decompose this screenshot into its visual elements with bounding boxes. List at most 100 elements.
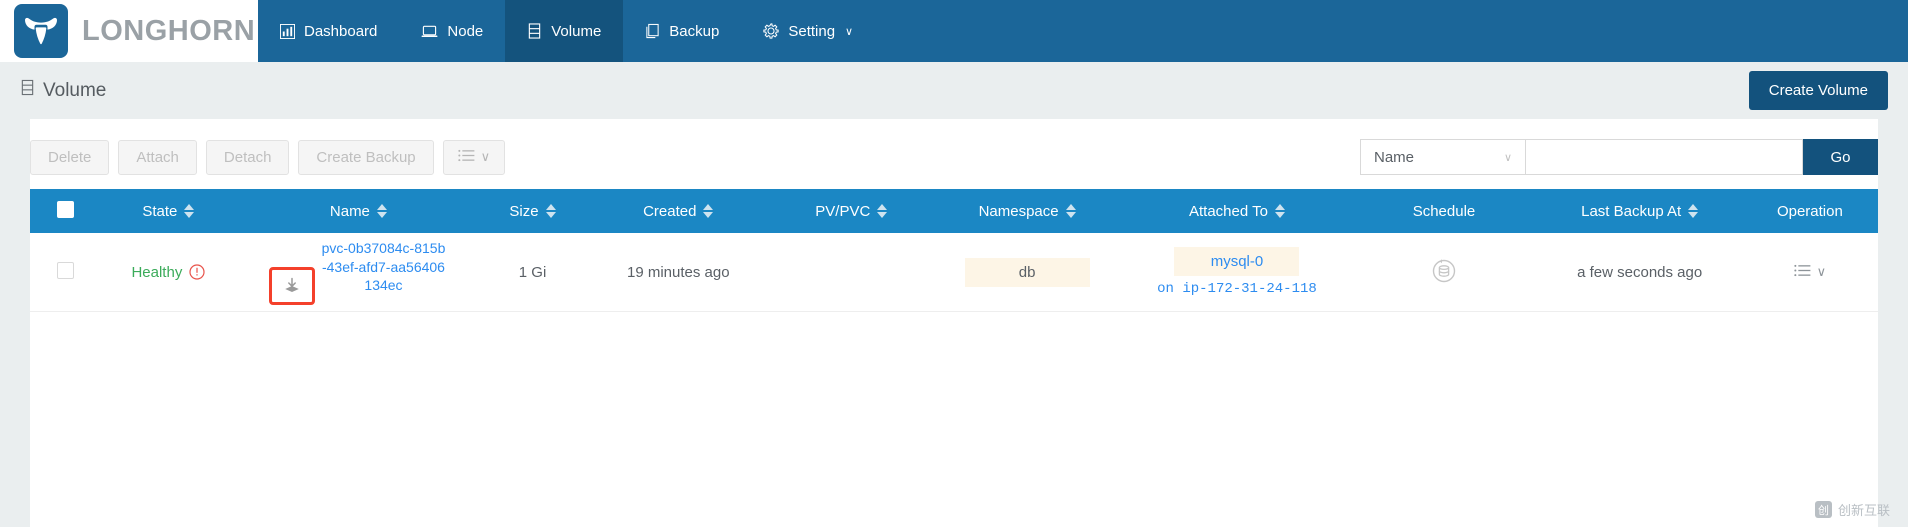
namespace-tag: db [965,258,1090,287]
column-header-state[interactable]: State [100,189,236,233]
column-header-schedule: Schedule [1350,189,1537,233]
right-gutter [1878,119,1908,527]
copy-icon [645,23,660,39]
search-field-select[interactable]: Name ∨ [1360,139,1525,175]
chevron-down-icon: ∨ [1817,264,1827,280]
row-select-cell [30,233,100,312]
table-header-row: State Name Size [30,189,1878,233]
cell-schedule [1350,233,1537,312]
column-header-pvpvc[interactable]: PV/PVC [772,189,931,233]
attach-button[interactable]: Attach [118,140,197,175]
nav-item-label: Dashboard [304,23,377,40]
volume-table: State Name Size [30,189,1878,312]
column-label: State [142,203,177,220]
sort-toggle-icon[interactable] [1688,204,1698,218]
column-header-attached-to[interactable]: Attached To [1124,189,1351,233]
left-gutter [0,119,30,527]
create-backup-button[interactable]: Create Backup [298,140,433,175]
page-title-label: Volume [43,80,106,102]
sort-toggle-icon[interactable] [1066,204,1076,218]
sort-toggle-icon[interactable] [877,204,887,218]
nav-item-label: Backup [669,23,719,40]
bulk-action-buttons: Delete Attach Detach Create Backup ∨ [30,140,505,175]
search-field-value: Name [1374,149,1414,166]
column-header-last-backup-at[interactable]: Last Backup At [1538,189,1742,233]
server-stack-icon [20,79,35,102]
cell-last-backup-at: a few seconds ago [1538,233,1742,312]
column-label: Size [509,203,538,220]
chevron-down-icon: ∨ [845,25,853,38]
select-all-checkbox[interactable] [57,201,74,218]
nav-item-label: Volume [551,23,601,40]
cell-attached-to: mysql-0 on ip-172-31-24-118 [1124,233,1351,312]
column-label: Namespace [979,203,1059,220]
cell-name: pvc-0b37084c-815b-43ef-afd7-aa56406134ec [236,233,480,312]
nav-item-label: Node [447,23,483,40]
watermark: 创 创新互联 [1815,500,1890,519]
brand[interactable]: LONGHORN [0,0,258,62]
list-menu-icon [1794,264,1811,280]
nav-items: Dashboard Node Volume Backup Setting [258,0,875,62]
watermark-text: 创新互联 [1838,500,1890,519]
delete-button[interactable]: Delete [30,140,109,175]
sort-toggle-icon[interactable] [546,204,556,218]
column-header-size[interactable]: Size [480,189,584,233]
page-title: Volume [20,79,106,102]
nav-item-volume[interactable]: Volume [505,0,623,62]
attach-download-icon[interactable] [269,267,315,305]
sort-toggle-icon[interactable] [377,204,387,218]
laptop-icon [421,24,438,39]
column-label: Attached To [1189,203,1268,220]
column-label: Created [643,203,696,220]
create-volume-button[interactable]: Create Volume [1749,71,1888,110]
attached-node-label: on ip-172-31-24-118 [1130,281,1345,297]
column-label: Schedule [1413,203,1476,220]
chevron-down-icon: ∨ [1504,151,1512,164]
sort-toggle-icon[interactable] [1275,204,1285,218]
column-header-namespace[interactable]: Namespace [931,189,1124,233]
gear-icon [763,23,779,39]
search-input[interactable] [1525,139,1803,175]
nav-item-backup[interactable]: Backup [623,0,741,62]
list-menu-icon [458,149,475,165]
nav-item-node[interactable]: Node [399,0,505,62]
column-label: Operation [1777,203,1843,220]
column-header-operation: Operation [1742,189,1878,233]
nav-item-setting[interactable]: Setting ∨ [741,0,875,62]
chevron-down-icon: ∨ [481,149,491,165]
bar-chart-icon [280,24,295,39]
detach-button[interactable]: Detach [206,140,290,175]
sort-toggle-icon[interactable] [703,204,713,218]
exclamation-circle-icon[interactable] [189,264,205,280]
search-go-button[interactable]: Go [1803,139,1878,175]
cell-pvpvc [772,233,931,312]
column-label: Name [330,203,370,220]
attached-to-tag[interactable]: mysql-0 [1174,247,1299,276]
server-stack-icon [527,23,542,39]
cell-state: Healthy [100,233,236,312]
nav-item-dashboard[interactable]: Dashboard [258,0,399,62]
main-content: Delete Attach Detach Create Backup ∨ Nam… [0,119,1908,527]
column-label: PV/PVC [815,203,870,220]
column-label: Last Backup At [1581,203,1681,220]
status-badge: Healthy [131,264,182,281]
table-row: Healthy pvc-0b37084c-815b-43ef-afd7-aa56… [30,233,1878,312]
sort-toggle-icon[interactable] [184,204,194,218]
watermark-badge: 创 [1815,501,1832,518]
nav-item-label: Setting [788,23,835,40]
search-group: Name ∨ Go [1360,139,1878,175]
page-header: Volume Create Volume [0,62,1908,119]
cell-namespace: db [931,233,1124,312]
recurring-backup-icon[interactable] [1430,256,1458,284]
cell-created: 19 minutes ago [585,233,772,312]
cell-size: 1 Gi [480,233,584,312]
volume-name-link[interactable]: pvc-0b37084c-815b-43ef-afd7-aa56406134ec [319,239,447,295]
longhorn-bull-icon [14,4,68,58]
row-actions-button[interactable]: ∨ [1794,264,1827,280]
column-header-name[interactable]: Name [236,189,480,233]
bulk-more-actions-button[interactable]: ∨ [443,140,506,175]
table-toolbar: Delete Attach Detach Create Backup ∨ Nam… [30,119,1878,189]
column-header-created[interactable]: Created [585,189,772,233]
row-checkbox[interactable] [57,262,74,279]
select-all-header [30,189,100,233]
